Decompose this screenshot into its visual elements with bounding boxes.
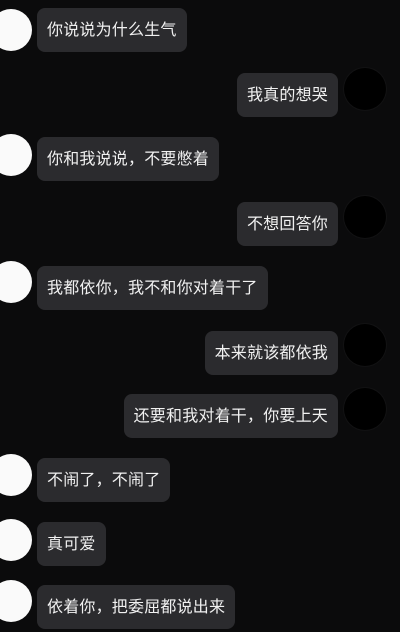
message-bubble-incoming[interactable]: 依着你，把委屈都说出来	[37, 585, 236, 629]
message-bubble-outgoing[interactable]: 我真的想哭	[236, 73, 338, 117]
contact-avatar[interactable]	[0, 261, 32, 303]
message-bubble-outgoing[interactable]: 不想回答你	[236, 202, 338, 246]
contact-avatar[interactable]	[0, 519, 32, 561]
user-avatar[interactable]	[344, 324, 386, 366]
contact-avatar[interactable]	[0, 454, 32, 496]
message-bubble-incoming[interactable]: 你和我说说，不要憋着	[37, 137, 220, 181]
contact-avatar[interactable]	[0, 134, 32, 176]
user-avatar[interactable]	[344, 68, 386, 110]
message-bubble-incoming[interactable]: 真可爱	[37, 522, 106, 566]
chat-conversation: 你说说为什么生气 我真的想哭 你和我说说，不要憋着 不想回答你 我都依你，我不和…	[0, 0, 400, 632]
user-avatar[interactable]	[344, 196, 386, 238]
contact-avatar[interactable]	[0, 580, 32, 622]
message-bubble-incoming[interactable]: 我都依你，我不和你对着干了	[37, 266, 268, 310]
message-bubble-outgoing[interactable]: 还要和我对着干，你要上天	[123, 394, 338, 438]
message-bubble-outgoing[interactable]: 本来就该都依我	[204, 331, 338, 375]
message-bubble-incoming[interactable]: 不闹了，不闹了	[37, 458, 171, 502]
message-bubble-incoming[interactable]: 你说说为什么生气	[37, 8, 187, 52]
contact-avatar[interactable]	[0, 9, 32, 51]
user-avatar[interactable]	[344, 388, 386, 430]
